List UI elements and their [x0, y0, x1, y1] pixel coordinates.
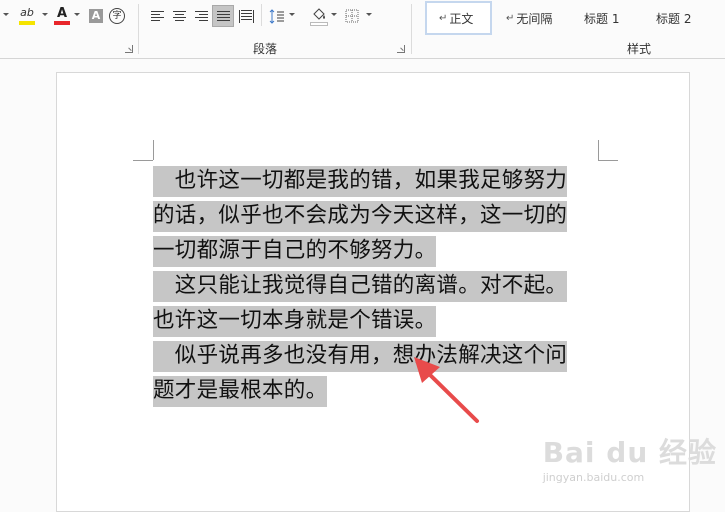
watermark-logo: Bai du 经验	[542, 436, 717, 469]
text-line: 一切都源于自己的不够努力。	[153, 233, 623, 268]
crop-mark	[598, 140, 599, 160]
styles-group-label: 样式	[627, 42, 652, 56]
character-shading-button[interactable]: A	[88, 5, 104, 27]
borders-dropdown[interactable]	[366, 13, 372, 16]
borders-button[interactable]	[342, 5, 362, 27]
paragraph-mark-icon: ↵	[506, 12, 515, 24]
text-highlight-button[interactable]: ab	[14, 5, 40, 27]
previous-control-dropdown[interactable]	[3, 13, 9, 16]
align-right-icon	[194, 11, 208, 21]
selected-text: 题才是最根本的。	[153, 376, 328, 407]
justify-icon	[216, 11, 230, 21]
crop-mark	[598, 160, 618, 161]
align-center-icon	[172, 11, 186, 21]
style-no-spacing[interactable]: ↵ 无间隔	[498, 1, 568, 35]
font-color-dropdown[interactable]	[74, 13, 80, 16]
document-area: 也许这一切都是我的错，如果我足够努力 的话，似乎也不会成为今天这样，这一切的 一…	[0, 59, 725, 512]
group-separator	[138, 4, 139, 54]
crop-mark	[133, 160, 153, 161]
align-right-button[interactable]	[191, 5, 211, 27]
group-separator	[411, 4, 412, 54]
highlight-color-bar	[19, 21, 35, 25]
font-color-button[interactable]: A	[51, 5, 73, 27]
paragraph-group-label: 段落	[253, 42, 278, 56]
selected-text: 这只能让我觉得自己错的离谱。对不起。	[153, 271, 568, 302]
character-shading-icon: A	[89, 9, 103, 23]
baidu-watermark: Bai du 经验 jingyan.baidu.com	[543, 431, 717, 484]
crop-mark	[153, 140, 154, 160]
text-highlight-icon: ab	[20, 6, 34, 19]
text-line: 题才是最根本的。	[153, 373, 623, 408]
text-line: 也许这一切本身就是个错误。	[153, 303, 623, 338]
line-spacing-icon	[269, 8, 284, 24]
annotation-arrow-icon	[414, 357, 479, 423]
shading-color-bar	[310, 21, 328, 26]
font-color-icon: A	[56, 6, 68, 21]
paragraph-dialog-launcher-icon[interactable]	[397, 45, 405, 53]
shading-button[interactable]	[309, 5, 329, 27]
shading-dropdown[interactable]	[331, 13, 337, 16]
watermark-url: jingyan.baidu.com	[542, 471, 645, 484]
text-line: 这只能让我觉得自己错的离谱。对不起。	[153, 268, 623, 303]
borders-icon	[345, 9, 359, 23]
selected-text: 一切都源于自己的不够努力。	[153, 236, 437, 267]
align-center-button[interactable]	[169, 5, 189, 27]
justify-button[interactable]	[212, 5, 234, 27]
ribbon: ab A A 字 段落 ↵ 正文 ↵ 无间隔 标题 1 标题 2 样式	[0, 0, 725, 59]
style-heading-1[interactable]: 标题 1	[576, 1, 646, 35]
style-heading-2[interactable]: 标题 2	[648, 1, 718, 35]
inline-separator	[261, 4, 262, 26]
selected-text-block[interactable]: 也许这一切都是我的错，如果我足够努力 的话，似乎也不会成为今天这样，这一切的 一…	[153, 163, 623, 408]
text-line: 似乎说再多也没有用，想办法解决这个问	[153, 338, 623, 373]
style-normal[interactable]: ↵ 正文	[425, 1, 492, 35]
paint-bucket-icon	[313, 7, 325, 20]
text-line: 也许这一切都是我的错，如果我足够努力	[153, 163, 623, 198]
align-left-button[interactable]	[147, 5, 167, 27]
selected-text: 也许这一切都是我的错，如果我足够努力	[153, 166, 568, 197]
style-label: 标题 2	[656, 11, 692, 26]
style-label: 正文	[449, 11, 474, 26]
align-left-icon	[150, 11, 164, 21]
distributed-icon	[238, 9, 254, 23]
text-line: 的话，似乎也不会成为今天这样，这一切的	[153, 198, 623, 233]
enclose-characters-icon: 字	[109, 8, 125, 24]
selected-text: 似乎说再多也没有用，想办法解决这个问	[153, 341, 568, 372]
text-highlight-dropdown[interactable]	[42, 13, 48, 16]
font-dialog-launcher-icon[interactable]	[125, 45, 133, 53]
distributed-button[interactable]	[236, 5, 256, 27]
enclose-characters-button[interactable]: 字	[108, 5, 126, 27]
style-label: 无间隔	[516, 11, 553, 26]
style-label: 标题 1	[584, 11, 620, 26]
line-spacing-dropdown[interactable]	[289, 13, 295, 16]
line-spacing-button[interactable]	[267, 5, 287, 27]
selected-text: 也许这一切本身就是个错误。	[153, 306, 437, 337]
font-color-bar	[54, 21, 70, 25]
paragraph-mark-icon: ↵	[439, 12, 448, 24]
selected-text: 的话，似乎也不会成为今天这样，这一切的	[153, 201, 568, 232]
